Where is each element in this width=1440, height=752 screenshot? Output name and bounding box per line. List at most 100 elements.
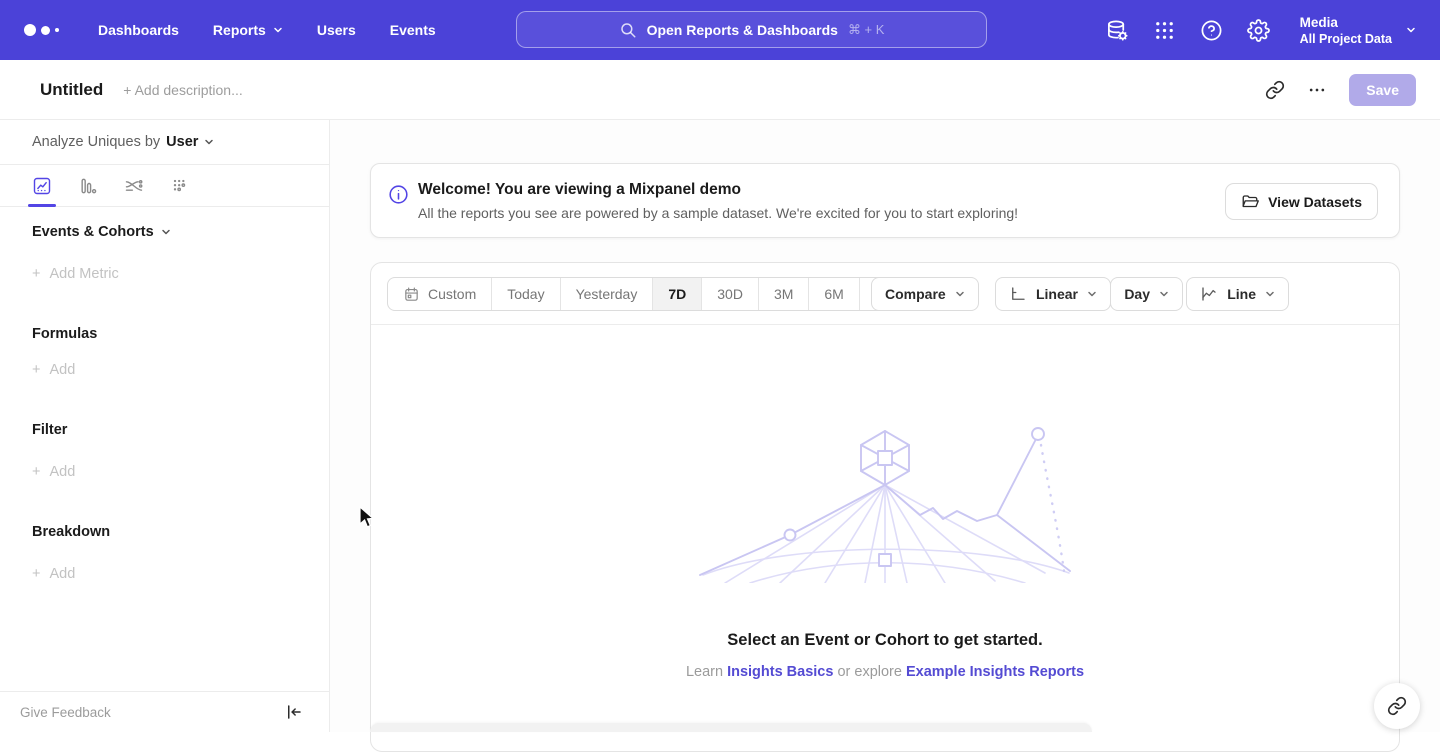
selected-tab-underline (28, 204, 56, 207)
section-label: Events & Cohorts (32, 224, 154, 240)
section-breakdown: Breakdown (32, 524, 110, 540)
data-management-icon[interactable] (1106, 19, 1129, 42)
chart-type-label: Line (1227, 286, 1256, 302)
line-chart-icon (1200, 285, 1218, 303)
range-6m[interactable]: 6M (808, 278, 858, 310)
compare-button[interactable]: Compare (871, 277, 979, 311)
chevron-down-icon (273, 27, 283, 33)
plus-icon: + (32, 566, 40, 582)
chevron-down-icon (1159, 291, 1169, 297)
insights-basics-link[interactable]: Insights Basics (727, 664, 833, 680)
range-label: 30D (717, 286, 743, 302)
range-today[interactable]: Today (491, 278, 559, 310)
section-label: Formulas (32, 326, 97, 342)
report-title[interactable]: Untitled (40, 80, 103, 100)
share-link-fab[interactable] (1374, 683, 1420, 729)
range-label: Yesterday (576, 286, 638, 302)
tab-bar-chart[interactable] (78, 176, 98, 196)
add-description-field[interactable]: + Add description... (123, 82, 242, 98)
nav-item-users[interactable]: Users (317, 22, 356, 38)
empty-state: Select an Event or Cohort to get started… (371, 423, 1399, 680)
info-icon (388, 184, 409, 205)
analyze-value-label: User (166, 134, 198, 150)
empty-state-title: Select an Event or Cohort to get started… (371, 631, 1399, 650)
scale-label: Linear (1036, 286, 1078, 302)
example-insights-reports-link[interactable]: Example Insights Reports (906, 664, 1084, 680)
plus-icon: + (32, 362, 40, 378)
project-name: Media (1300, 14, 1392, 31)
interval-dropdown[interactable]: Day (1110, 277, 1183, 311)
section-events-cohorts[interactable]: Events & Cohorts (32, 224, 171, 240)
sidebar-footer: Give Feedback (0, 691, 329, 732)
section-label: Filter (32, 422, 67, 438)
nav-item-reports[interactable]: Reports (213, 22, 283, 38)
range-label: 7D (668, 286, 686, 302)
mixpanel-logo[interactable] (24, 24, 64, 36)
add-formula-label: Add (49, 362, 75, 378)
range-7d[interactable]: 7D (652, 278, 701, 310)
nav-item-label: Dashboards (98, 22, 179, 38)
range-custom[interactable]: Custom (388, 278, 491, 310)
subtitle-middle: or explore (837, 664, 901, 680)
chevron-down-icon (955, 291, 965, 297)
analyze-value-dropdown[interactable]: User (166, 134, 214, 150)
add-filter-button[interactable]: + Add (32, 464, 75, 480)
analyze-label: Analyze Uniques by (32, 134, 160, 150)
search-label: Open Reports & Dashboards (647, 22, 838, 38)
chevron-down-icon (1265, 291, 1275, 297)
global-search[interactable]: Open Reports & Dashboards ⌘ + K (516, 11, 987, 48)
axes-icon (1009, 285, 1027, 303)
add-metric-label: Add Metric (49, 266, 118, 282)
give-feedback-link[interactable]: Give Feedback (20, 705, 111, 720)
query-builder-sidebar: Analyze Uniques by User (0, 120, 330, 732)
empty-state-subtitle: Learn Insights Basics or explore Example… (371, 664, 1399, 680)
tab-flow[interactable] (124, 176, 144, 196)
nav-item-dashboards[interactable]: Dashboards (98, 22, 179, 38)
results-table-peek[interactable] (370, 723, 1092, 732)
chevron-down-icon (204, 139, 214, 145)
range-30d[interactable]: 30D (701, 278, 758, 310)
range-label: Today (507, 286, 544, 302)
search-icon (619, 21, 637, 39)
visualization-tabs (0, 165, 329, 207)
add-metric-button[interactable]: + Add Metric (32, 266, 119, 282)
apps-grid-icon[interactable] (1153, 19, 1176, 42)
chevron-down-icon (161, 229, 171, 235)
range-label: Custom (428, 286, 476, 302)
add-breakdown-label: Add (49, 566, 75, 582)
help-icon[interactable] (1200, 19, 1223, 42)
empty-state-illustration (695, 423, 1075, 583)
add-breakdown-button[interactable]: + Add (32, 566, 75, 582)
view-datasets-button[interactable]: View Datasets (1225, 183, 1378, 220)
date-range-control: Custom Today Yesterday 7D 30D 3M 6M 12M (387, 277, 918, 311)
scale-dropdown[interactable]: Linear (995, 277, 1111, 311)
more-options-icon[interactable] (1307, 80, 1327, 100)
chart-controls: Custom Today Yesterday 7D 30D 3M 6M 12M … (371, 263, 1399, 325)
plus-icon: + (32, 464, 40, 480)
analyze-row: Analyze Uniques by User (0, 120, 329, 165)
chart-type-dropdown[interactable]: Line (1186, 277, 1289, 311)
nav-item-label: Users (317, 22, 356, 38)
section-formulas: Formulas (32, 326, 97, 342)
nav-item-label: Reports (213, 22, 266, 38)
chevron-down-icon (1406, 27, 1416, 33)
plus-icon: + (32, 266, 40, 282)
subtitle-prefix: Learn (686, 664, 723, 680)
collapse-sidebar-icon[interactable] (285, 703, 303, 721)
main-content: Welcome! You are viewing a Mixpanel demo… (330, 120, 1440, 732)
gear-icon[interactable] (1247, 19, 1270, 42)
section-filter: Filter (32, 422, 67, 438)
search-shortcut: ⌘ + K (848, 22, 885, 38)
range-yesterday[interactable]: Yesterday (560, 278, 653, 310)
range-label: 3M (774, 286, 793, 302)
save-button[interactable]: Save (1349, 74, 1416, 106)
calendar-icon (403, 286, 420, 303)
tab-retention[interactable] (170, 176, 190, 196)
range-3m[interactable]: 3M (758, 278, 808, 310)
tab-line-chart[interactable] (32, 176, 52, 196)
copy-link-icon[interactable] (1265, 80, 1285, 100)
project-selector[interactable]: Media All Project Data (1300, 14, 1416, 47)
chevron-down-icon (1087, 291, 1097, 297)
nav-item-events[interactable]: Events (390, 22, 436, 38)
add-formula-button[interactable]: + Add (32, 362, 75, 378)
